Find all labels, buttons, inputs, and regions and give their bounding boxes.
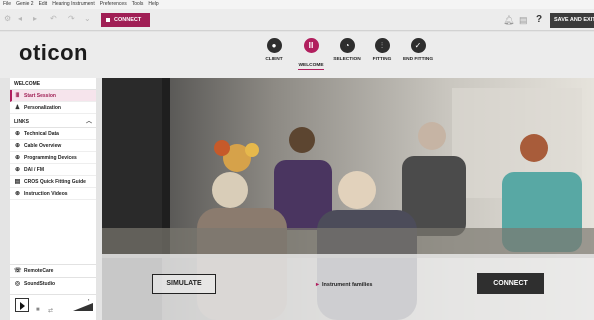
chevron-up-icon[interactable]: ︿ — [86, 116, 92, 128]
ear-icon: ◔ — [339, 38, 355, 53]
shuffle-icon[interactable]: ⇄ — [48, 307, 53, 314]
menu-tools[interactable]: Tools — [132, 0, 144, 9]
sidebar-item-instruction-videos[interactable]: ⊛ Instruction Videos — [10, 188, 96, 200]
header: oticon ● CLIENT Ⅲ WELCOME ◔ SELECTION ⫶ … — [0, 32, 594, 78]
sidebar: WELCOME Ⅲ Start Session ♟ Personalizatio… — [10, 78, 96, 320]
sidebar-item-label: CROS Quick Fitting Guide — [24, 178, 86, 185]
connect-button[interactable]: CONNECT — [477, 273, 544, 294]
undo-icon[interactable]: ↶ — [50, 14, 57, 24]
settings-icon[interactable]: ⚙ — [4, 14, 11, 24]
instrument-families-link[interactable]: ▸ Instrument families — [316, 281, 372, 288]
remote-care-icon: ☏ — [14, 267, 22, 274]
user-icon: ♟ — [14, 104, 21, 111]
connect-square-icon — [106, 18, 110, 22]
triangle-right-icon: ▸ — [316, 282, 320, 288]
sidebar-item-technical-data[interactable]: ⊕ Technical Data — [10, 128, 96, 140]
connect-toolbar-label: CONNECT — [114, 17, 142, 23]
menu-bar: File Genie 2 Edit Hearing Instrument Pre… — [0, 0, 594, 9]
connect-toolbar-button[interactable]: CONNECT — [101, 13, 150, 27]
toolbar: ⚙ ◂ ▸ ↶ ↷ ⌄ CONNECT 🔔︎ ▤ ? SAVE AND EXIT — [0, 9, 594, 31]
menu-file[interactable]: File — [3, 0, 11, 9]
stop-icon[interactable]: ■ — [36, 307, 40, 313]
play-button[interactable] — [15, 298, 29, 312]
sidebar-item-programming-devices[interactable]: ⊕ Programming Devices — [10, 152, 96, 164]
menu-hearing-instrument[interactable]: Hearing Instrument — [52, 0, 95, 9]
document-icon: ▤ — [14, 178, 21, 185]
sidebar-item-cros-guide[interactable]: ▤ CROS Quick Fitting Guide — [10, 176, 96, 188]
sound-studio-icon: ◎ — [14, 280, 21, 287]
check-icon: ✓ — [410, 38, 426, 53]
save-and-exit-button[interactable]: SAVE AND EXIT — [550, 13, 594, 28]
volume-slider[interactable] — [73, 303, 93, 311]
dropdown-icon[interactable]: ⌄ — [84, 14, 91, 24]
play-circle-icon: ⊛ — [14, 190, 21, 197]
menu-help[interactable]: Help — [148, 0, 158, 9]
sidebar-item-label: Start Session — [24, 92, 56, 99]
sidebar-item-label: DAI / FM — [24, 166, 44, 173]
sound-player: ■ ⇄ ▪ — [10, 294, 96, 320]
sidebar-item-start-session[interactable]: Ⅲ Start Session — [10, 90, 96, 102]
simulate-button[interactable]: SIMULATE — [152, 274, 216, 294]
sound-studio-label: SoundStudio — [24, 280, 56, 287]
menu-preferences[interactable]: Preferences — [100, 0, 127, 9]
volume-indicator-icon: ▪ — [88, 297, 90, 302]
bars-icon: Ⅲ — [15, 92, 20, 99]
sidebar-item-label: Technical Data — [24, 130, 59, 137]
sidebar-item-label: Instruction Videos — [24, 190, 68, 197]
sound-studio-link[interactable]: ◎ SoundStudio — [10, 277, 96, 290]
sidebar-item-label: Personalization — [24, 104, 61, 111]
bell-icon[interactable]: 🔔︎ — [503, 14, 514, 26]
globe-icon: ⊕ — [14, 130, 21, 137]
sidebar-links-heading[interactable]: LINKS ︿ — [10, 116, 96, 128]
hero-image: SIMULATE ▸ Instrument families CONNECT — [102, 78, 594, 320]
sidebar-item-cable-overview[interactable]: ⊕ Cable Overview — [10, 140, 96, 152]
globe-icon: ⊕ — [14, 166, 21, 173]
person-icon: ● — [266, 38, 282, 53]
step-welcome-label: WELCOME — [298, 63, 324, 70]
links-heading-label: LINKS — [14, 119, 29, 125]
sidebar-item-label: Cable Overview — [24, 142, 62, 149]
bars-icon: Ⅲ — [303, 38, 319, 53]
sliders-icon: ⫶ — [374, 38, 390, 53]
menu-genie[interactable]: Genie 2 — [16, 0, 34, 9]
menu-edit[interactable]: Edit — [39, 0, 48, 9]
globe-icon: ⊕ — [14, 142, 21, 149]
globe-icon: ⊕ — [14, 154, 21, 161]
remote-care-link[interactable]: ☏ RemoteCare — [10, 264, 96, 277]
help-icon[interactable]: ? — [536, 13, 542, 27]
sidebar-bottom: ☏ RemoteCare ◎ SoundStudio — [10, 264, 96, 290]
oticon-logo: oticon — [19, 40, 88, 65]
sidebar-welcome-heading: WELCOME — [10, 78, 96, 90]
play-icon — [20, 302, 25, 310]
step-end-fitting-label: END FITTING — [402, 57, 434, 62]
back-icon[interactable]: ◂ — [18, 14, 22, 24]
redo-icon[interactable]: ↷ — [68, 14, 75, 24]
sidebar-item-label: Programming Devices — [24, 154, 77, 161]
instrument-families-label: Instrument families — [322, 282, 373, 288]
sidebar-item-personalization[interactable]: ♟ Personalization — [10, 102, 96, 114]
step-end-fitting[interactable]: ✓ END FITTING — [396, 38, 440, 62]
forward-icon[interactable]: ▸ — [33, 14, 37, 24]
document-icon[interactable]: ▤ — [519, 14, 528, 26]
remote-care-label: RemoteCare — [24, 267, 54, 274]
sidebar-item-dai-fm[interactable]: ⊕ DAI / FM — [10, 164, 96, 176]
